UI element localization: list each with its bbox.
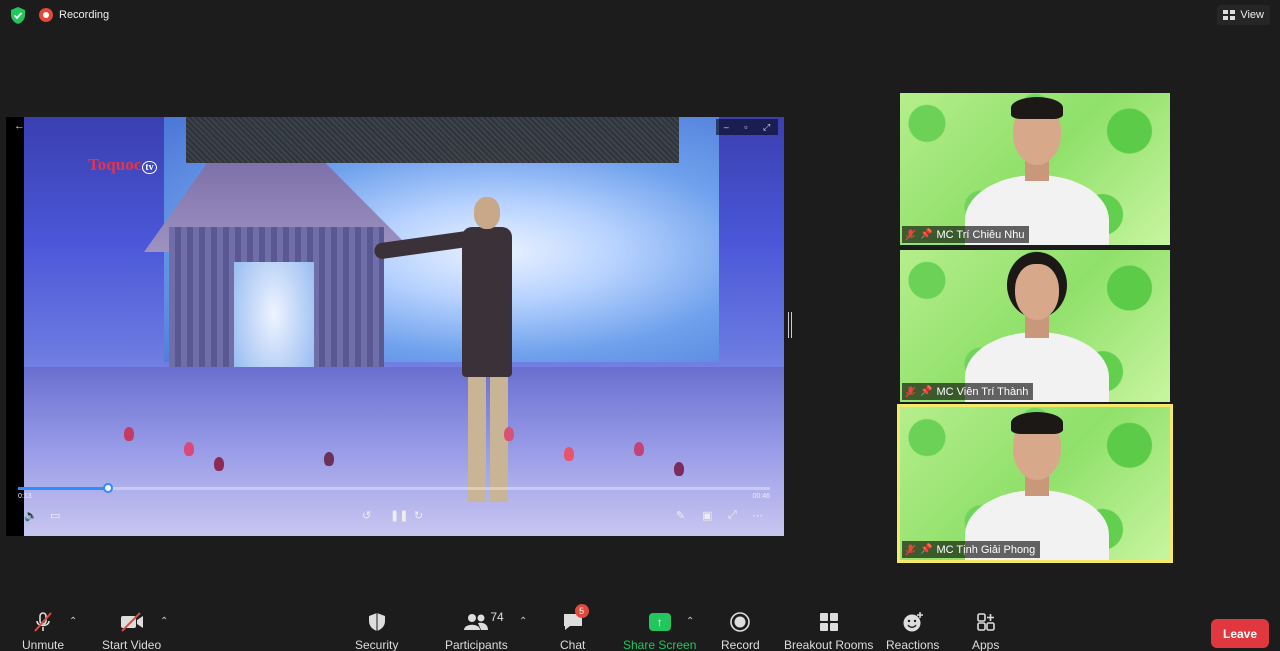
reactions-smiley-icon [903,612,923,632]
participant-count: 74 [490,610,504,624]
leave-button[interactable]: Leave [1211,619,1269,648]
start-video-button[interactable]: Start Video [102,610,161,651]
record-icon [730,612,751,632]
video-camera-off-icon [120,612,143,632]
mic-muted-icon [905,386,916,397]
participant-name-label: 📌 MC Viên Trí Thành [902,383,1034,400]
participant-tile-active-speaker[interactable]: 📌 MC Tịnh Giải Phong [897,404,1173,563]
view-button[interactable]: View [1217,5,1270,25]
obscured-region [186,117,679,163]
participant-video [955,95,1115,245]
back-arrow-icon[interactable]: ← [14,120,25,132]
recording-icon [39,8,53,22]
share-options-caret-icon[interactable]: ⌃ [686,616,694,627]
forward-icon[interactable]: ↻ [414,509,423,522]
video-options-caret-icon[interactable]: ⌃ [160,616,168,627]
participants-icon [464,614,489,630]
unmute-button[interactable]: Unmute [22,610,64,651]
mic-muted-icon [905,544,916,555]
pin-icon: 📌 [920,229,933,240]
participant-video [955,410,1115,560]
share-screen-icon: ↑ [648,613,671,631]
view-label: View [1240,9,1264,21]
apps-button[interactable]: Apps [972,610,999,651]
minimize-icon[interactable]: – [724,122,729,132]
breakout-rooms-button[interactable]: Breakout Rooms [784,610,873,651]
video-progress-bar[interactable] [18,483,770,493]
recording-indicator[interactable]: Recording [39,6,109,24]
picture-in-picture-icon[interactable]: ▣ [702,509,712,522]
subtitles-icon[interactable]: ▭ [50,509,60,522]
breakout-rooms-icon [819,613,838,631]
reactions-button[interactable]: Reactions [886,610,939,651]
participant-video [955,252,1115,402]
window-controls: – ▫ ⤢ [716,119,778,135]
rewind-icon[interactable]: ↺ [362,509,371,522]
participant-name-label: 📌 MC Trí Chiêu Nhu [902,226,1030,243]
fullscreen-icon[interactable]: ⤢ [728,509,737,522]
expand-icon[interactable]: ⤢ [763,122,770,133]
pause-icon[interactable]: ❚❚ [390,509,408,522]
participants-button[interactable]: 74 Participants [445,610,508,651]
restore-icon[interactable]: ▫ [744,122,747,132]
shield-icon [368,613,385,631]
participant-name-label: 📌 MC Tịnh Giải Phong [902,541,1041,558]
time-remaining: 00:46 [752,493,770,500]
chat-unread-badge: 5 [574,604,589,618]
participant-tile[interactable]: 📌 MC Trí Chiêu Nhu [900,93,1170,245]
pin-icon: 📌 [920,386,933,397]
performer [373,197,524,507]
security-shield-icon[interactable] [10,7,26,24]
record-button[interactable]: Record [721,610,760,651]
shared-screen-video[interactable]: Toquoc tv ← – ▫ ⤢ 0:13 00:46 🔈 ▭ ↺ ❚❚ ↻ ✎… [6,117,784,536]
audio-options-caret-icon[interactable]: ⌃ [69,616,77,627]
participants-options-caret-icon[interactable]: ⌃ [519,616,527,627]
meeting-toolbar: Unmute ⌃ Start Video ⌃ Security 74 Parti… [0,604,1280,651]
stage-performance-video-frame: Toquoc tv [24,117,784,536]
recording-label: Recording [59,9,110,21]
pin-icon: 📌 [920,544,933,555]
volume-icon[interactable]: 🔈 [24,509,38,522]
microphone-muted-icon [34,612,52,632]
more-options-icon[interactable]: ⋯ [752,509,763,522]
edit-icon[interactable]: ✎ [676,509,685,522]
resize-handle[interactable] [788,312,792,338]
meeting-top-bar: Recording View [0,0,1280,30]
apps-icon [976,613,995,631]
channel-logo: Toquoc tv [88,155,157,175]
chat-button[interactable]: 5 Chat [560,604,589,651]
security-button[interactable]: Security [355,610,398,651]
time-elapsed: 0:13 [18,493,32,500]
participant-tile[interactable]: 📌 MC Viên Trí Thành [900,250,1170,402]
mic-muted-icon [905,229,916,240]
grid-view-icon [1223,9,1236,20]
